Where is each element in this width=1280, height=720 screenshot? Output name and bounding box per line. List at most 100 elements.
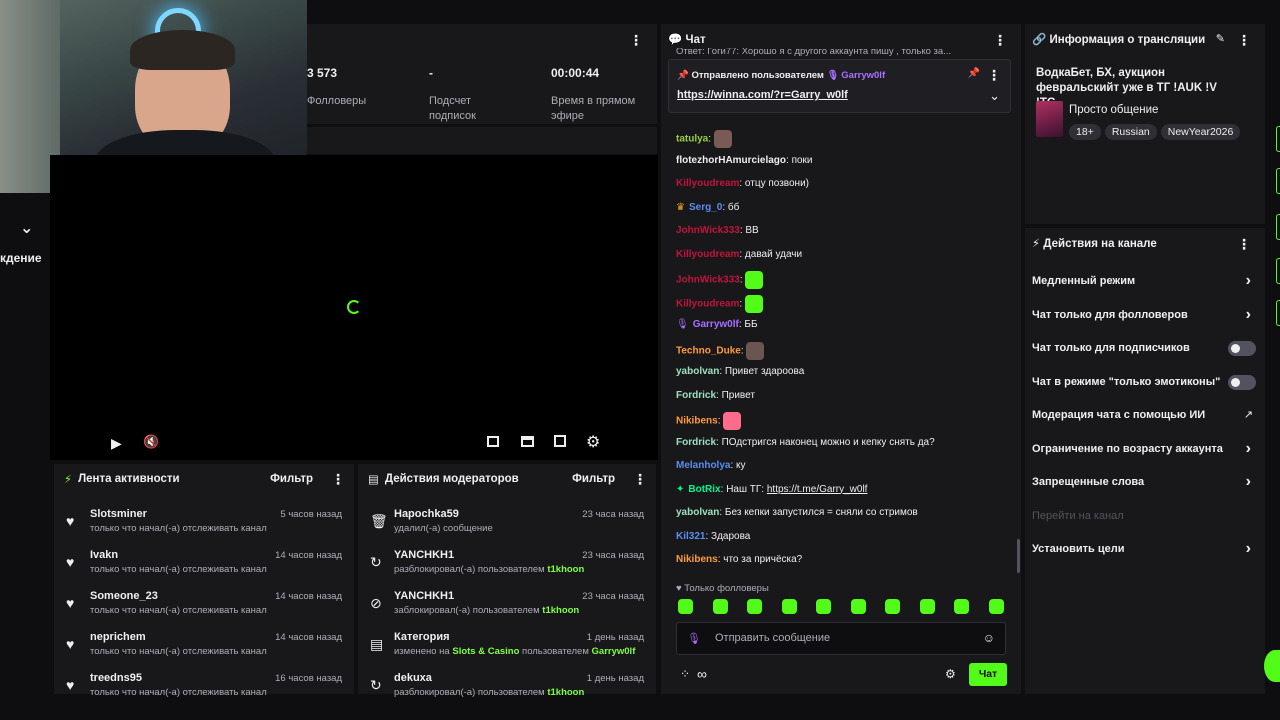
mod-menu-icon[interactable]: ⋮ <box>633 471 647 488</box>
chevron-right-icon[interactable]: › <box>1246 440 1251 458</box>
mod-action-item[interactable]: 🗑 Hapochka59 удалил(-а) сообщение 23 часа н… <box>358 502 656 543</box>
activity-filter-button[interactable]: Фильтр <box>270 473 313 485</box>
chat-message[interactable]: JohnWick333: <box>676 271 764 289</box>
activity-item[interactable]: ♥ neprichem только что начал(-а) отслежива… <box>54 625 354 666</box>
mod-action-item[interactable]: ↻ dekuxa разблокировал(-а) пользователем t… <box>358 666 656 707</box>
chat-username[interactable]: Nikibens <box>676 416 718 427</box>
emote-button[interactable] <box>816 599 831 614</box>
emote-button[interactable] <box>747 599 762 614</box>
external-link-icon[interactable]: ↗ <box>1244 408 1253 421</box>
floating-action-button[interactable] <box>1264 650 1280 682</box>
emote-button[interactable] <box>712 599 728 614</box>
stream-tag[interactable]: NewYear2026 <box>1160 124 1241 140</box>
channel-action-item[interactable]: Ограничение по возрасту аккаунта <box>1032 443 1223 455</box>
chat-message[interactable]: Fordrick: Привет <box>676 389 755 403</box>
emote-button[interactable] <box>885 599 900 614</box>
activity-item[interactable]: ♥ Ivakn только что начал(-а) отслеживать к… <box>54 543 354 584</box>
chevron-down-icon[interactable]: ⌄ <box>20 218 33 238</box>
chat-message[interactable]: Killyoudream: отцу позвони) <box>676 177 809 191</box>
channel-action-item[interactable]: Медленный режим <box>1032 275 1135 287</box>
chat-message[interactable]: Killyoudream: давай удачи <box>676 248 802 262</box>
channel-action-item[interactable]: Запрещенные слова <box>1032 476 1144 488</box>
activity-item[interactable]: ♥ Slotsminer только что начал(-а) отслежив… <box>54 502 354 543</box>
chat-username[interactable]: yabolvan <box>676 366 719 377</box>
activity-item[interactable]: ♥ treedns95 только что начал(-а) отслежива… <box>54 666 354 707</box>
chat-message[interactable]: Techno_Duke: <box>676 341 765 360</box>
emote-button[interactable] <box>919 599 935 614</box>
mod-action-target[interactable]: t1khoon <box>542 605 579 616</box>
category-link[interactable]: Slots & Casino <box>452 646 519 657</box>
chevron-right-icon[interactable]: › <box>1246 306 1251 324</box>
chat-message[interactable]: Fordrick: ПОдстригся наконец можно и кеп… <box>676 436 935 450</box>
stream-tag[interactable]: 18+ <box>1069 124 1101 140</box>
chat-message[interactable]: yabolvan: Привет здароова <box>676 365 804 379</box>
chat-message[interactable]: Killyoudream: <box>676 294 763 313</box>
theatre-mode-icon[interactable] <box>521 436 534 447</box>
mod-action-target[interactable]: t1khoon <box>547 687 584 698</box>
unpin-icon[interactable]: 📌 <box>968 68 980 79</box>
channel-action-item[interactable]: Модерация чата с помощью ИИ <box>1032 409 1205 421</box>
mod-action-target[interactable]: t1khoon <box>547 564 584 575</box>
chat-message[interactable]: flotezhorHAmurcielago: поки <box>676 154 813 168</box>
toggle-switch[interactable] <box>1228 341 1256 356</box>
category-name[interactable]: Просто общение <box>1069 104 1158 116</box>
chat-message[interactable]: ♛ Serg_0: бб <box>676 201 739 215</box>
mod-action-target[interactable]: Garryw0lf <box>592 646 636 657</box>
mod-action-item[interactable]: ⊘ YANCHKH1 заблокировал(-а) пользователем … <box>358 584 656 625</box>
settings-gear-icon[interactable]: ⚙ <box>586 432 600 452</box>
category-thumbnail[interactable] <box>1036 101 1063 137</box>
chat-username[interactable]: BotRix <box>688 484 720 495</box>
emote-button[interactable] <box>678 599 693 614</box>
pinned-user[interactable]: Garryw0lf <box>841 70 885 81</box>
actions-menu-icon[interactable]: ⋮ <box>1237 236 1251 253</box>
chat-message[interactable]: Melanholya: ку <box>676 459 746 473</box>
chat-message[interactable]: yabolvan: Без кепки запустился = сняли с… <box>676 506 918 520</box>
chat-menu-icon[interactable]: ⋮ <box>993 32 1007 49</box>
chat-message[interactable]: JohnWick333: BB <box>676 224 759 238</box>
mod-filter-button[interactable]: Фильтр <box>572 473 615 485</box>
video-player[interactable]: ▶ 🔇 ⚙ <box>50 155 658 460</box>
emote-button[interactable] <box>781 599 797 614</box>
chat-message[interactable]: ✦ BotRix: Наш ТГ: https://t.me/Garry_w0lf <box>676 483 867 497</box>
chat-username[interactable]: Serg_0 <box>689 202 722 213</box>
chat-username[interactable]: Techno_Duke <box>676 345 741 356</box>
chat-send-button[interactable]: Чат <box>969 663 1007 686</box>
chat-username[interactable]: Killyoudream <box>676 249 739 260</box>
chat-username[interactable]: Garryw0lf <box>693 319 739 330</box>
emote-button[interactable] <box>954 599 969 614</box>
chat-message[interactable]: Nikibens: <box>676 412 742 430</box>
chat-message[interactable]: Kil321: Здарова <box>676 530 750 544</box>
chevron-right-icon[interactable]: › <box>1246 272 1251 290</box>
mod-action-item[interactable]: ↻ YANCHKH1 разблокировал(-а) пользователем… <box>358 543 656 584</box>
emote-button[interactable] <box>988 599 1004 614</box>
chat-message[interactable]: tatulya: <box>676 130 732 148</box>
chat-scrollbar[interactable] <box>1017 539 1020 573</box>
channel-action-item[interactable]: Чат только для подписчиков <box>1032 342 1190 354</box>
stats-menu-icon[interactable]: ⋮ <box>629 32 643 49</box>
activity-item[interactable]: ♥ Someone_23 только что начал(-а) отслежив… <box>54 584 354 625</box>
toggle-switch[interactable] <box>1228 374 1256 390</box>
chat-username[interactable]: Killyoudream <box>676 298 739 309</box>
infinity-icon[interactable]: ∞ <box>697 666 707 682</box>
chat-message[interactable]: Nikibens: что за причёска? <box>676 553 802 567</box>
chat-username[interactable]: Fordrick <box>676 437 716 448</box>
chat-link[interactable]: https://t.me/Garry_w0lf <box>767 484 868 495</box>
chevron-right-icon[interactable]: › <box>1246 473 1251 491</box>
channel-action-item[interactable]: Чат в режиме "только эмотиконы" <box>1032 376 1220 388</box>
pinned-link[interactable]: https://winna.com/?r=Garry_w0lf <box>677 89 848 101</box>
chat-message[interactable]: 🎙 Garryw0lf: ББ <box>676 318 758 332</box>
chat-username[interactable]: Killyoudream <box>676 178 739 189</box>
chat-settings-icon[interactable]: ⚙ <box>945 667 956 681</box>
play-icon[interactable]: ▶ <box>111 435 122 452</box>
fullscreen-icon[interactable] <box>554 435 566 447</box>
mute-icon[interactable]: 🔇 <box>143 434 159 450</box>
info-menu-icon[interactable]: ⋮ <box>1237 32 1251 49</box>
channel-action-item[interactable]: Чат только для фолловеров <box>1032 309 1188 321</box>
emote-button[interactable] <box>850 599 866 614</box>
channel-action-item[interactable]: Установить цели <box>1032 543 1125 555</box>
emoji-picker-icon[interactable]: ☺ <box>983 631 995 645</box>
activity-menu-icon[interactable]: ⋮ <box>331 471 345 488</box>
chat-username[interactable]: JohnWick333 <box>676 275 740 286</box>
chevron-right-icon[interactable]: › <box>1246 540 1251 558</box>
chat-username[interactable]: Kil321 <box>676 531 705 542</box>
